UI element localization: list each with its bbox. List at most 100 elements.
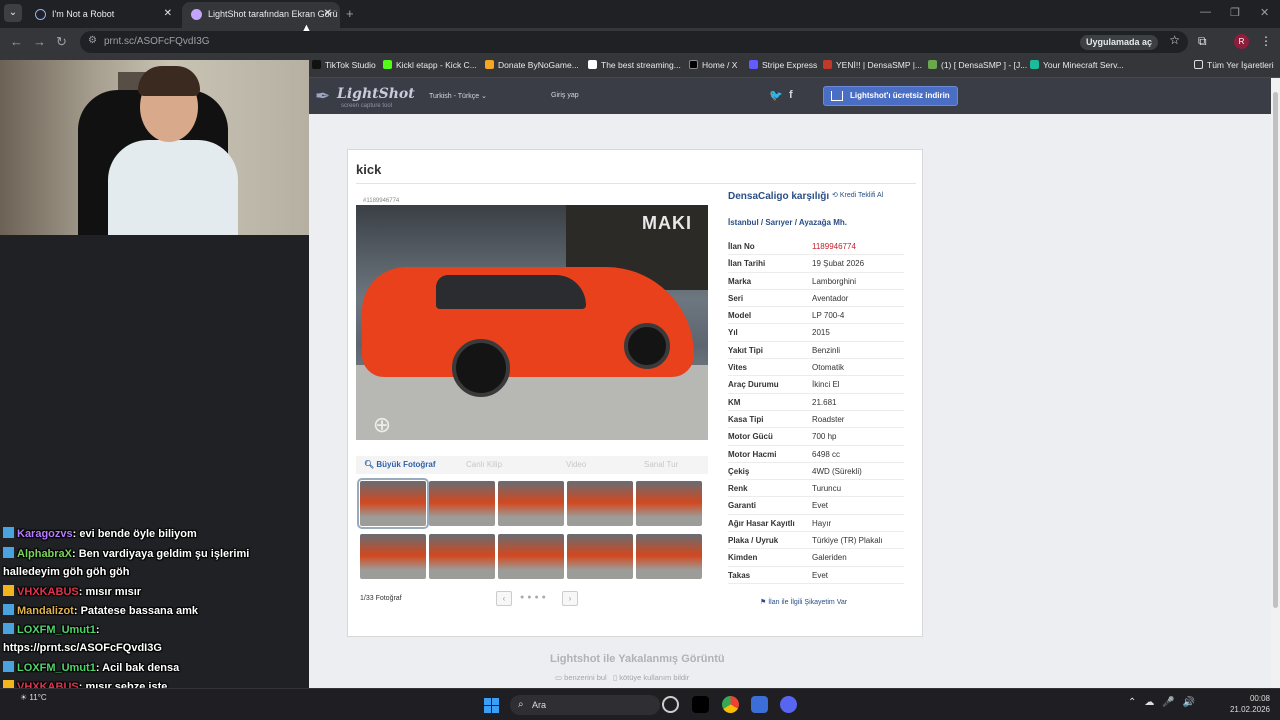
scrollbar[interactable] bbox=[1271, 78, 1280, 688]
tab-video[interactable]: Video bbox=[566, 460, 586, 469]
tab-live-call[interactable]: Canlı Kilip bbox=[466, 460, 502, 469]
bookmark-item[interactable]: Home / X bbox=[689, 60, 737, 70]
all-bookmarks-button[interactable]: Tüm Yer İşaretleri bbox=[1194, 60, 1274, 70]
chat-message: VHXKABUS: mısır mısır bbox=[3, 585, 141, 598]
bookmark-item[interactable]: Your Minecraft Serv... bbox=[1030, 60, 1124, 70]
clock[interactable]: 00:08 21.02.2026 bbox=[1226, 693, 1270, 715]
report-link[interactable]: ▯ kötüye kullanım bildir bbox=[613, 673, 689, 682]
thumbnail[interactable] bbox=[567, 534, 633, 579]
facebook-icon[interactable]: f bbox=[789, 89, 793, 101]
chat-message: https://prnt.sc/ASOFcFQvdI3G bbox=[3, 642, 162, 654]
spec-value: 6498 cc bbox=[812, 449, 841, 459]
reload-icon[interactable]: ↻ bbox=[56, 34, 67, 50]
capcut-icon[interactable] bbox=[692, 696, 709, 713]
bookmark-star-icon[interactable]: ☆ bbox=[1169, 33, 1180, 47]
bookmark-item[interactable]: YENİ!! | DensaSMP |... bbox=[823, 60, 922, 70]
profile-avatar[interactable]: R bbox=[1234, 34, 1249, 49]
spec-row: Vites Otomatik bbox=[728, 359, 904, 377]
bookmark-item[interactable]: Kickl etapp - Kick C... bbox=[383, 60, 477, 70]
close-tab-icon[interactable]: ✕ bbox=[324, 2, 332, 26]
login-link[interactable]: Giriş yap bbox=[551, 92, 579, 99]
windows-start-icon[interactable] bbox=[484, 698, 499, 713]
bookmark-item[interactable]: The best streaming... bbox=[588, 60, 681, 70]
car-photo[interactable]: MAKI ⊕ bbox=[356, 205, 708, 440]
spec-key: İlan No bbox=[728, 242, 755, 251]
thumbnail[interactable] bbox=[429, 534, 495, 579]
system-tray[interactable]: ⌃☁🎤🔊 bbox=[1128, 697, 1203, 708]
similar-label: benzerini bul bbox=[564, 673, 607, 682]
thumbnail[interactable] bbox=[498, 481, 564, 526]
tab-virtual-tour[interactable]: Sanal Tur bbox=[644, 460, 678, 469]
tab-robot[interactable]: I'm Not a Robot ✕ bbox=[26, 2, 180, 28]
thumbnail[interactable] bbox=[636, 481, 702, 526]
thumbnail[interactable] bbox=[567, 481, 633, 526]
language-select[interactable]: Turkish - Türkçe ⌄ bbox=[429, 92, 487, 100]
minimize-button[interactable]: — bbox=[1200, 6, 1211, 18]
url-path: ASOFcFQvdI3G bbox=[136, 36, 210, 47]
app-icon[interactable] bbox=[751, 696, 768, 713]
clock-time: 00:08 bbox=[1249, 694, 1270, 703]
close-window-button[interactable]: ✕ bbox=[1260, 6, 1269, 19]
chat-text: : Acil bak densa bbox=[95, 662, 180, 674]
close-tab-icon[interactable]: ✕ bbox=[164, 2, 172, 26]
streamer-hair bbox=[138, 66, 200, 96]
spec-value: Otomatik bbox=[812, 363, 845, 373]
thumbnail[interactable] bbox=[636, 534, 702, 579]
footer-title: Lightshot ile Yakalanmış Görüntü bbox=[550, 653, 725, 665]
site-info-icon[interactable]: ⚙ bbox=[88, 35, 97, 46]
prev-page-button[interactable]: ‹ bbox=[496, 591, 512, 606]
bookmark-item[interactable]: Stripe Express bbox=[749, 60, 817, 70]
footer-links: ▭ benzerini bul ▯ kötüye kullanım bildir bbox=[555, 673, 689, 682]
chat-message: AlphabraX: Ben vardiyaya geldim şu işler… bbox=[3, 547, 249, 560]
spec-row: Seri Aventador bbox=[728, 290, 904, 308]
url-text[interactable]: prnt.sc/ASOFcFQvdI3G bbox=[104, 36, 210, 47]
back-icon[interactable]: ← bbox=[10, 34, 23, 49]
scrollbar-thumb[interactable] bbox=[1273, 92, 1278, 608]
bookmark-label: The best streaming... bbox=[601, 60, 681, 70]
lightshot-logo[interactable]: ✒ LightShot screen capture tool bbox=[315, 82, 415, 110]
taskbar-search[interactable]: ⌕ Ara bbox=[510, 695, 660, 715]
location-breadcrumb[interactable]: İstanbul / Sarıyer / Ayazağa Mh. bbox=[728, 218, 847, 227]
forward-icon[interactable]: → bbox=[33, 34, 46, 49]
credit-offer-link[interactable]: ⟲ Kredi Teklifi Al bbox=[832, 191, 883, 199]
tab-search-button[interactable]: ⌄ bbox=[4, 4, 22, 22]
similar-link[interactable]: ▭ benzerini bul bbox=[555, 673, 607, 682]
kick-icon bbox=[383, 60, 392, 69]
search-icon: ⌕ bbox=[518, 699, 524, 710]
spec-key: Kimden bbox=[728, 553, 758, 563]
obs-icon[interactable] bbox=[662, 696, 679, 713]
maximize-button[interactable]: ❐ bbox=[1230, 6, 1240, 19]
spec-row: Takas Evet bbox=[728, 567, 904, 584]
bookmark-label: Stripe Express bbox=[762, 60, 818, 70]
chrome-icon[interactable] bbox=[722, 696, 739, 713]
bookmark-item[interactable]: Donate ByNoGame... bbox=[485, 60, 579, 70]
address-bar[interactable]: ⚙ prnt.sc/ASOFcFQvdI3G Uygulamada aç ☆ bbox=[80, 31, 1188, 53]
tab-lightshot[interactable]: LightShot tarafından Ekran Görü ✕ bbox=[182, 2, 340, 28]
open-in-app-button[interactable]: Uygulamada aç bbox=[1079, 35, 1158, 50]
chat-message: halledeyim göh göh göh bbox=[3, 566, 130, 578]
search-label: Ara bbox=[532, 700, 547, 710]
next-page-button[interactable]: › bbox=[562, 591, 578, 606]
bookmark-item[interactable]: TikTok Studio bbox=[312, 60, 376, 70]
thumbnail[interactable] bbox=[429, 481, 495, 526]
complaint-link[interactable]: ⚑ İlan ile İlgili Şikayetim Var bbox=[760, 598, 847, 606]
menu-kebab-icon[interactable]: ⋮ bbox=[1260, 34, 1272, 48]
credit-icon: ⟲ bbox=[832, 192, 838, 199]
extensions-icon[interactable]: ⧉ bbox=[1198, 34, 1207, 49]
thumbnail[interactable] bbox=[360, 534, 426, 579]
seller-name[interactable]: DensaCaligo karşılığı bbox=[728, 191, 829, 202]
feather-icon: ✒ bbox=[315, 86, 331, 106]
listing-title: kick bbox=[356, 162, 382, 177]
weather-widget[interactable]: ☀ 11°C bbox=[20, 693, 47, 702]
spec-row: Araç Durumu İkinci El bbox=[728, 376, 904, 394]
download-button[interactable]: Lightshot'ı ücretsiz indirin bbox=[823, 86, 958, 106]
thumbnail[interactable] bbox=[498, 534, 564, 579]
bookmark-item[interactable]: (1) [ DensaSMP ] - [J... bbox=[928, 60, 1027, 70]
thumbnail[interactable] bbox=[357, 478, 429, 529]
folder-icon bbox=[1194, 60, 1203, 69]
discord-icon[interactable] bbox=[780, 696, 797, 713]
spec-row: Kimden Galeriden bbox=[728, 549, 904, 567]
twitter-icon[interactable]: 🐦 bbox=[769, 89, 783, 102]
tab-big-photo[interactable]: 🔍︎ Büyük Fotoğraf bbox=[364, 460, 436, 469]
new-tab-button[interactable]: + bbox=[346, 6, 354, 21]
